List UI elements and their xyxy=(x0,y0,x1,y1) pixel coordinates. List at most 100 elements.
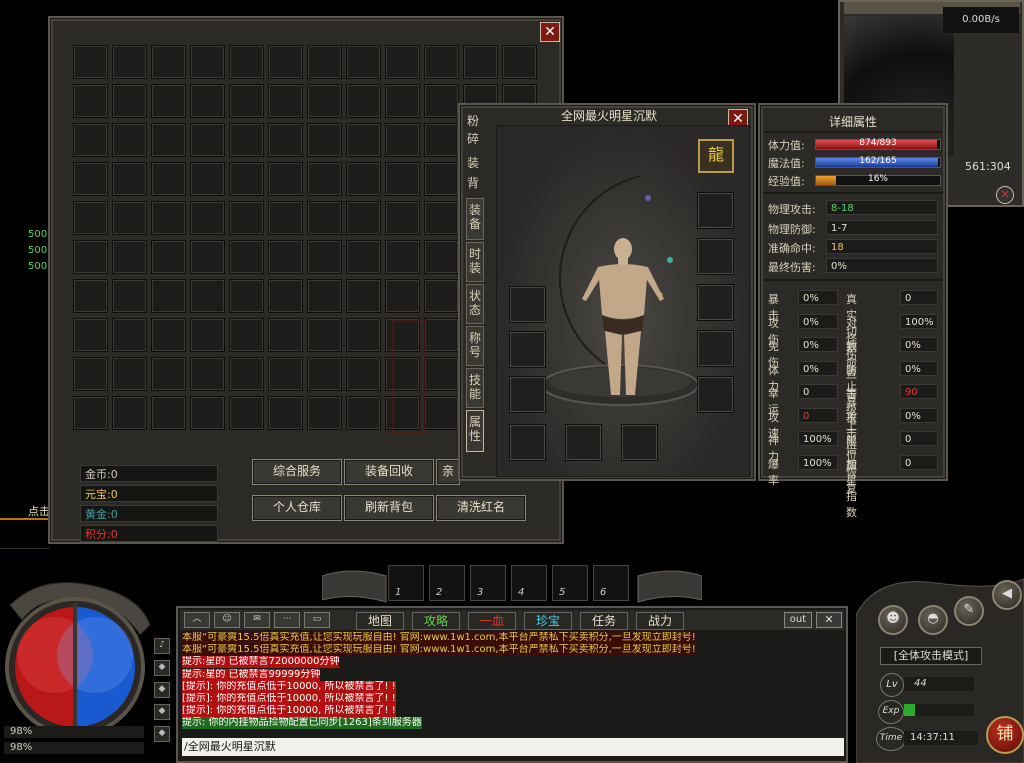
bag-slot[interactable] xyxy=(73,357,108,391)
bag-slot[interactable] xyxy=(307,201,342,235)
bag-slot[interactable] xyxy=(73,318,108,352)
partial-button[interactable]: 亲 xyxy=(436,459,460,485)
bag-slot[interactable] xyxy=(268,201,303,235)
bag-slot[interactable] xyxy=(502,45,537,79)
skill-slot[interactable]: 3 xyxy=(470,565,506,601)
bag-slot[interactable] xyxy=(190,123,225,157)
bag-slot[interactable] xyxy=(268,279,303,313)
equip-slot-right-3[interactable] xyxy=(697,284,734,321)
bag-slot[interactable] xyxy=(229,45,264,79)
bag-slot[interactable] xyxy=(346,240,381,274)
bag-slot[interactable] xyxy=(346,162,381,196)
bag-slot[interactable] xyxy=(424,84,459,118)
equip-slot-left-1[interactable] xyxy=(509,286,546,323)
bag-slot[interactable] xyxy=(268,396,303,430)
bag-slot[interactable] xyxy=(268,240,303,274)
bag-slot[interactable] xyxy=(73,201,108,235)
bag-slot[interactable] xyxy=(229,123,264,157)
skill-slot[interactable]: 5 xyxy=(552,565,588,601)
bag-slot[interactable] xyxy=(190,240,225,274)
bag-slot[interactable] xyxy=(424,396,459,430)
chat-tab[interactable]: 任务 xyxy=(580,612,628,630)
bag-slot[interactable] xyxy=(307,240,342,274)
bag-slot[interactable] xyxy=(112,279,147,313)
bag-slot[interactable] xyxy=(73,396,108,430)
equip-slot-left-3[interactable] xyxy=(509,376,546,413)
equip-slot-right-4[interactable] xyxy=(697,330,734,367)
skill-icon[interactable]: ✎ xyxy=(954,596,984,626)
service-button[interactable]: 综合服务 xyxy=(252,459,342,485)
bag-slot[interactable] xyxy=(346,357,381,391)
chat-tab[interactable]: 一血 xyxy=(468,612,516,630)
equip-slot-bottom-1[interactable] xyxy=(509,424,546,461)
bag-slot[interactable] xyxy=(229,162,264,196)
bag-slot[interactable] xyxy=(190,84,225,118)
bag-slot[interactable] xyxy=(307,318,342,352)
bag-slot[interactable] xyxy=(190,279,225,313)
bag-slot[interactable] xyxy=(229,279,264,313)
bag-slot[interactable] xyxy=(307,45,342,79)
bag-slot[interactable] xyxy=(268,162,303,196)
character-icon[interactable]: ☻ xyxy=(878,605,908,635)
bag-slot[interactable] xyxy=(151,396,186,430)
side-icon-2[interactable]: ◆ xyxy=(154,660,170,676)
chat-out-button[interactable]: out xyxy=(784,612,812,628)
bag-slot[interactable] xyxy=(112,201,147,235)
bag-slot[interactable] xyxy=(268,84,303,118)
bag-slot[interactable] xyxy=(112,240,147,274)
equip-slot-left-2[interactable] xyxy=(509,331,546,368)
equip-slot-right-5[interactable] xyxy=(697,376,734,413)
bag-slot[interactable] xyxy=(346,123,381,157)
skill-slot[interactable]: 1 xyxy=(388,565,424,601)
bag-slot[interactable] xyxy=(346,396,381,430)
bag-slot[interactable] xyxy=(268,357,303,391)
bag-close-icon[interactable]: ✕ xyxy=(540,22,560,42)
tab-title[interactable]: 称号 xyxy=(466,326,484,366)
chat-tab[interactable]: 攻略 xyxy=(412,612,460,630)
clear-red-name-button[interactable]: 清洗红名 xyxy=(436,495,526,521)
shop-button[interactable]: 铺 xyxy=(986,716,1024,754)
bag-slot[interactable] xyxy=(463,45,498,79)
bag-slot[interactable] xyxy=(307,396,342,430)
bag-slot[interactable] xyxy=(346,318,381,352)
bag-slot[interactable] xyxy=(190,396,225,430)
bag-slot[interactable] xyxy=(385,162,420,196)
bag-slot[interactable] xyxy=(424,279,459,313)
bag-slot[interactable] xyxy=(385,45,420,79)
bag-slot[interactable] xyxy=(112,318,147,352)
bag-slot[interactable] xyxy=(307,84,342,118)
bag-icon[interactable]: ◓ xyxy=(918,605,948,635)
chat-close-icon[interactable]: ✕ xyxy=(816,612,842,628)
bag-slot[interactable] xyxy=(229,396,264,430)
bag-slot[interactable] xyxy=(385,201,420,235)
tab-equipment[interactable]: 装备 xyxy=(466,198,484,240)
chat-tab[interactable]: 珍宝 xyxy=(524,612,572,630)
bag-slot[interactable] xyxy=(346,201,381,235)
bag-slot[interactable] xyxy=(151,45,186,79)
bag-slot[interactable] xyxy=(385,123,420,157)
bag-slot[interactable] xyxy=(424,240,459,274)
bag-slot[interactable] xyxy=(151,162,186,196)
bag-slot[interactable] xyxy=(190,45,225,79)
bag-slot[interactable] xyxy=(229,240,264,274)
bag-slot[interactable] xyxy=(424,357,459,391)
skill-slot[interactable]: 6 xyxy=(593,565,629,601)
bag-slot[interactable] xyxy=(424,318,459,352)
dragon-emblem[interactable]: 龍 xyxy=(698,139,734,173)
equip-slot-bottom-3[interactable] xyxy=(621,424,658,461)
side-icon-4[interactable]: ◆ xyxy=(154,704,170,720)
bag-slot[interactable] xyxy=(307,123,342,157)
bag-slot[interactable] xyxy=(151,279,186,313)
chat-tool-icon-5[interactable]: ▭ xyxy=(304,612,330,628)
chat-tool-icon-4[interactable]: ⋯ xyxy=(274,612,300,628)
bag-slot[interactable] xyxy=(229,318,264,352)
sound-toggle-icon[interactable]: ◀ xyxy=(992,580,1022,610)
bag-slot[interactable] xyxy=(73,240,108,274)
bag-slot[interactable] xyxy=(424,162,459,196)
bag-slot[interactable] xyxy=(229,84,264,118)
bag-slot[interactable] xyxy=(424,201,459,235)
bag-slot[interactable] xyxy=(190,162,225,196)
side-icon-5[interactable]: ◆ xyxy=(154,726,170,742)
sound-icon[interactable]: ♪ xyxy=(154,638,170,654)
attack-mode[interactable]: [全体攻击模式] xyxy=(880,647,982,665)
